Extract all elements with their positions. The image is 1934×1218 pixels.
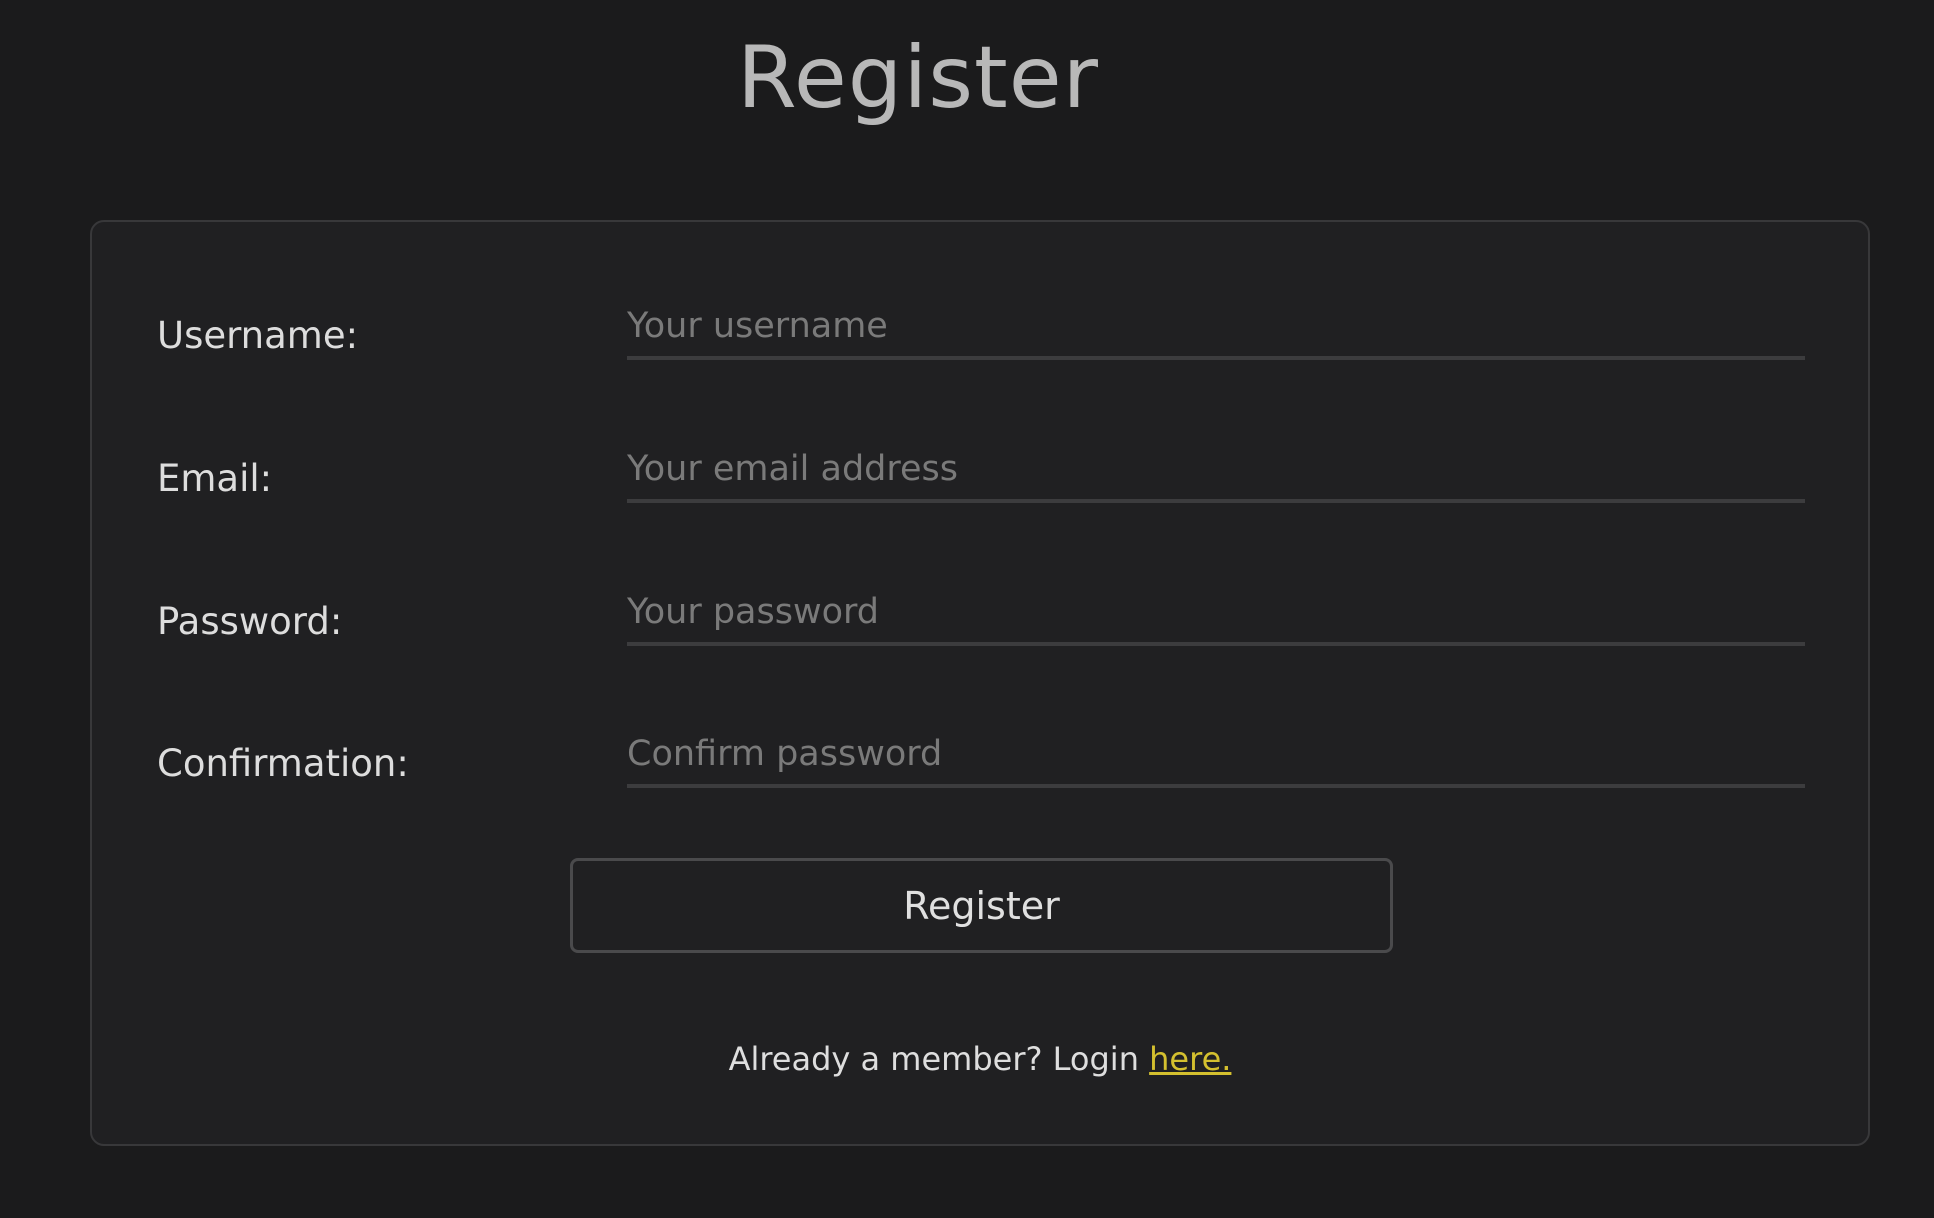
confirm-password-input[interactable] [627, 732, 1805, 788]
page-title: Register [736, 28, 1100, 128]
email-row: Email: [92, 425, 1868, 515]
username-input[interactable] [627, 304, 1805, 360]
password-row: Password: [92, 568, 1868, 658]
password-label: Password: [157, 600, 343, 643]
email-input[interactable] [627, 447, 1805, 503]
username-row: Username: [92, 282, 1868, 372]
login-prompt: Already a member? Login here. [92, 1040, 1868, 1078]
password-input[interactable] [627, 590, 1805, 646]
confirmation-label: Confirmation: [157, 742, 409, 785]
register-button[interactable]: Register [570, 858, 1393, 953]
register-form-card: Username: Email: Password: Confirmation:… [90, 220, 1870, 1146]
email-label: Email: [157, 457, 273, 500]
confirmation-row: Confirmation: [92, 710, 1868, 800]
login-here-link[interactable]: here. [1149, 1040, 1231, 1078]
login-prompt-text: Already a member? Login [728, 1040, 1150, 1078]
register-page: Register Username: Email: Password: Conf… [0, 0, 1934, 1218]
username-label: Username: [157, 314, 359, 357]
